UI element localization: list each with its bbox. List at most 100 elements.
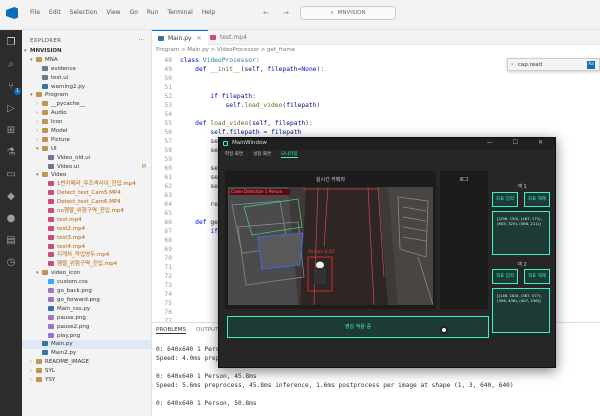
line-number: 67: [164, 228, 172, 235]
find-input[interactable]: cap.read: [518, 61, 588, 69]
tree-item[interactable]: custom.css: [22, 278, 151, 287]
extensions-icon[interactable]: ⊞: [4, 124, 18, 138]
tree-item-label: test.mp4: [57, 216, 82, 223]
apply-video-button[interactable]: 영상 적용 중: [227, 316, 489, 338]
tree-item[interactable]: › Audio: [22, 109, 151, 118]
github-icon[interactable]: ●: [4, 212, 18, 226]
code-line: 53 self.load_video(filepath): [152, 101, 600, 110]
menu-terminal[interactable]: Terminal: [167, 9, 192, 16]
search-icon[interactable]: ⌕: [4, 58, 18, 72]
tab-output[interactable]: OUTPUT: [196, 327, 218, 334]
tree-item[interactable]: ▾ Video: [22, 171, 151, 180]
source-control-icon[interactable]: ⑂ 1: [4, 80, 21, 95]
menu-help[interactable]: Help: [202, 9, 216, 16]
remote-explorer-icon[interactable]: ▭: [4, 168, 18, 182]
tree-item[interactable]: 1번카메라_무즈색사이_진입.mp4: [22, 180, 151, 189]
menu-run[interactable]: Run: [147, 9, 159, 16]
command-center-search[interactable]: ⌕ MNVISION: [300, 6, 396, 20]
chevron-right-icon[interactable]: ›: [511, 61, 513, 68]
tree-item[interactable]: 지게차_작업영두.mp4: [22, 251, 151, 260]
tree-item[interactable]: Detect_test_Cam5.MP4: [22, 189, 151, 198]
tree-item[interactable]: ▾ MNA: [22, 56, 151, 65]
workspace-root[interactable]: ▾ MNVISION: [22, 47, 151, 56]
line-number: 71: [164, 264, 172, 271]
code-text: se: [180, 183, 218, 190]
tree-item[interactable]: go_back.png: [22, 287, 151, 296]
window-title-bar[interactable]: MainWindow — ☐ ✕: [219, 138, 555, 150]
more-actions-icon[interactable]: ···: [138, 36, 145, 44]
timeline-icon[interactable]: ◷: [4, 256, 18, 270]
close-icon[interactable]: ✕: [197, 35, 202, 42]
folder-icon: [42, 172, 48, 178]
tab-monitoring[interactable]: 모니터링: [281, 151, 298, 158]
menu-edit[interactable]: Edit: [49, 9, 61, 16]
tree-item[interactable]: pause.png: [22, 314, 151, 323]
explorer-icon[interactable]: ❐: [4, 36, 18, 50]
tree-item[interactable]: 행렬_위험구역_진입.mp4: [22, 260, 151, 269]
tab-file-screen[interactable]: 파일 화면: [225, 151, 243, 158]
tree-item[interactable]: Main.py: [22, 340, 151, 350]
tree-item[interactable]: › README_IMAGE: [22, 358, 151, 367]
docker-icon[interactable]: ▤: [4, 234, 18, 248]
testing-icon[interactable]: ⚗: [4, 146, 18, 160]
tree-item[interactable]: Main_css.py: [22, 305, 151, 314]
line-number: 73: [164, 282, 172, 289]
menu-go[interactable]: Go: [130, 9, 138, 16]
log-label: 로그: [459, 177, 469, 183]
clear-coords-button-2[interactable]: 좌표 해제: [524, 269, 550, 284]
tree-item[interactable]: warning2.py: [22, 83, 151, 92]
line-number: 64: [164, 201, 172, 208]
tree-item[interactable]: › YSY: [22, 376, 151, 385]
tree-item[interactable]: pause2.png: [22, 323, 151, 332]
tab-test-mp4[interactable]: test.mp4: [204, 30, 253, 45]
tree-item[interactable]: Video.ui M: [22, 163, 151, 172]
set-coords-button-1[interactable]: 좌표 입력: [492, 192, 518, 207]
tree-item[interactable]: test.mp4: [22, 216, 151, 225]
tree-item[interactable]: test.ui: [22, 74, 151, 83]
match-case-toggle[interactable]: Aa: [587, 61, 595, 69]
py-file-icon: [48, 305, 54, 311]
tree-item[interactable]: ▾ video_icon: [22, 269, 151, 278]
tree-item[interactable]: test4.mp4: [22, 243, 151, 252]
tree-item[interactable]: › Picture: [22, 136, 151, 145]
tree-item[interactable]: › SYL: [22, 367, 151, 376]
menu-view[interactable]: View: [106, 9, 120, 16]
run-debug-icon[interactable]: ▷: [4, 102, 18, 116]
tab-settings-screen[interactable]: 설정 화면: [253, 151, 271, 158]
tree-item[interactable]: evidence: [22, 65, 151, 74]
workspace-root-label: MNVISION: [30, 48, 62, 54]
tree-item-label: Picture: [51, 136, 70, 143]
tree-item[interactable]: ▾ UI: [22, 145, 151, 154]
set-coords-button-2[interactable]: 좌표 입력: [492, 269, 518, 284]
tree-item-label: YSY: [45, 376, 56, 383]
tree-item-label: play.png: [57, 332, 81, 339]
camera-feed: Crane Detection 1 Person Person 0.87: [228, 187, 433, 305]
tree-item-label: Icon: [51, 119, 63, 126]
window-controls[interactable]: — ☐ ✕: [487, 139, 552, 146]
tree-item[interactable]: › Icon: [22, 118, 151, 127]
line-number: 70: [164, 255, 172, 262]
breadcrumb[interactable]: Program > Main.py > VideoProcessor > get…: [156, 47, 295, 53]
tab-problems[interactable]: PROBLEMS: [156, 327, 187, 334]
tree-item[interactable]: test2.mp4: [22, 225, 151, 234]
clear-coords-button-1[interactable]: 좌표 해제: [524, 192, 550, 207]
tree-item[interactable]: ▾ Program: [22, 91, 151, 100]
tree-item[interactable]: no행렬_위험구역_진입.mp4: [22, 207, 151, 216]
nav-arrows[interactable]: ← →: [263, 9, 295, 17]
tree-item[interactable]: › Model: [22, 127, 151, 136]
line-number: 68: [164, 237, 172, 244]
overlay-banner: Crane Detection 1 Person: [231, 189, 283, 194]
menu-file[interactable]: File: [30, 9, 40, 16]
menu-selection[interactable]: Selection: [70, 9, 98, 16]
tree-item[interactable]: Main2.py: [22, 349, 151, 358]
tree-item[interactable]: Detect_test_Cam6.MP4: [22, 198, 151, 207]
tab-main-py[interactable]: Main.py ✕: [152, 30, 208, 45]
tree-item[interactable]: test3.mp4: [22, 234, 151, 243]
tree-item[interactable]: go_forward.png: [22, 296, 151, 305]
track-2-label: 객 2: [517, 262, 527, 268]
python-icon[interactable]: ◆: [4, 190, 18, 204]
camera-label: 실시간 카메라: [315, 177, 346, 183]
tree-item[interactable]: play.png: [22, 332, 151, 341]
tree-item[interactable]: › __pycache__: [22, 100, 151, 109]
tree-item[interactable]: Video_old.ui: [22, 154, 151, 163]
